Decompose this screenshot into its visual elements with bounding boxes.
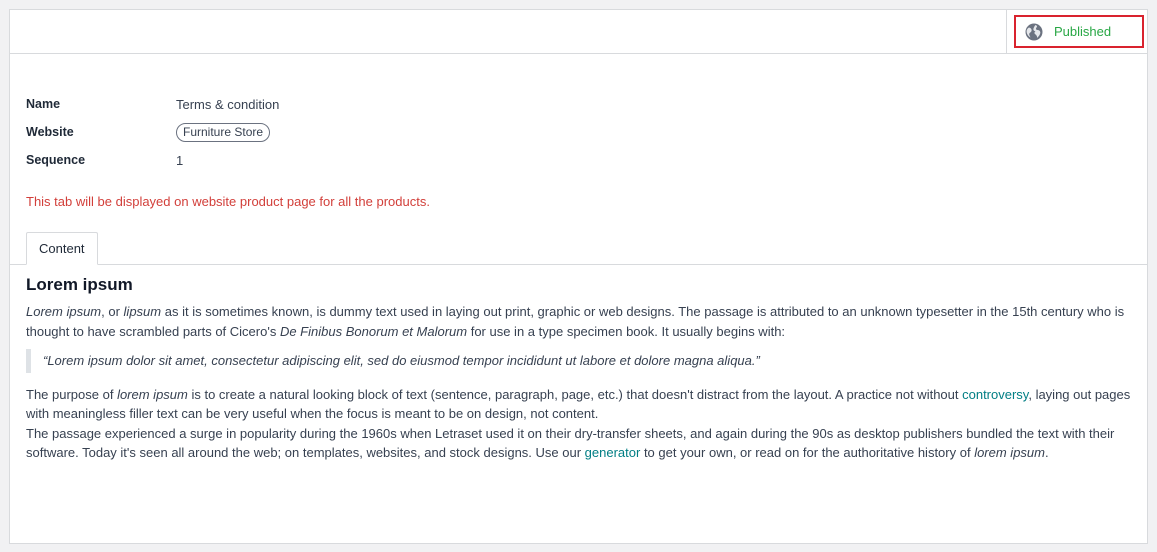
info-notice: This tab will be displayed on website pr… xyxy=(26,194,430,209)
tab-content[interactable]: Content xyxy=(26,232,98,265)
website-field[interactable]: Furniture Store xyxy=(176,122,271,142)
field-label-sequence: Sequence xyxy=(26,153,86,167)
field-group: Name Terms & condition Website Furniture… xyxy=(26,90,279,174)
text: for use in a type specimen book. It usua… xyxy=(467,323,786,339)
emphasis: lipsum xyxy=(123,304,162,319)
controversy-link[interactable]: controversy xyxy=(962,387,1028,402)
content-paragraph-1: Lorem ipsum, or lipsum as it is sometime… xyxy=(26,302,1132,341)
generator-link[interactable]: generator xyxy=(585,445,641,460)
name-field[interactable]: Terms & condition xyxy=(176,97,279,112)
emphasis: lorem ipsum xyxy=(974,445,1045,460)
notebook-tabs: Content xyxy=(10,232,1147,265)
emphasis: Lorem ipsum xyxy=(26,304,102,319)
content-paragraph-2: The purpose of lorem ipsum is to create … xyxy=(26,385,1132,424)
field-label-website: Website xyxy=(26,125,74,139)
text: , or xyxy=(101,304,124,319)
published-label: Published xyxy=(1054,24,1112,39)
button-box: Published xyxy=(10,10,1147,54)
content-heading: Lorem ipsum xyxy=(26,275,133,294)
text: to get your own, or read on for the auth… xyxy=(640,445,975,460)
field-sequence: Sequence 1 xyxy=(26,146,279,174)
field-website: Website Furniture Store xyxy=(26,118,279,146)
form-sheet: Published Name Terms & condition Website… xyxy=(9,9,1148,544)
divider xyxy=(1006,10,1007,53)
blockquote: “Lorem ipsum dolor sit amet, consectetur… xyxy=(26,349,1132,373)
globe-icon xyxy=(1025,23,1043,41)
emphasis: lorem ipsum xyxy=(117,386,188,402)
website-tag[interactable]: Furniture Store xyxy=(176,122,271,142)
sequence-field[interactable]: 1 xyxy=(176,153,183,168)
text: The purpose of xyxy=(26,386,118,402)
field-name: Name Terms & condition xyxy=(26,90,279,118)
content-paragraph-3: The passage experienced a surge in popul… xyxy=(26,424,1132,463)
content-editor[interactable]: Lorem ipsum Lorem ipsum, or lipsum as it… xyxy=(26,274,1132,463)
text: is to create a natural looking block of … xyxy=(187,386,963,402)
text: . xyxy=(1044,445,1049,460)
published-toggle-button[interactable]: Published xyxy=(1014,15,1144,48)
emphasis: De Finibus Bonorum et Malorum xyxy=(279,323,468,339)
field-label-name: Name xyxy=(26,97,61,111)
